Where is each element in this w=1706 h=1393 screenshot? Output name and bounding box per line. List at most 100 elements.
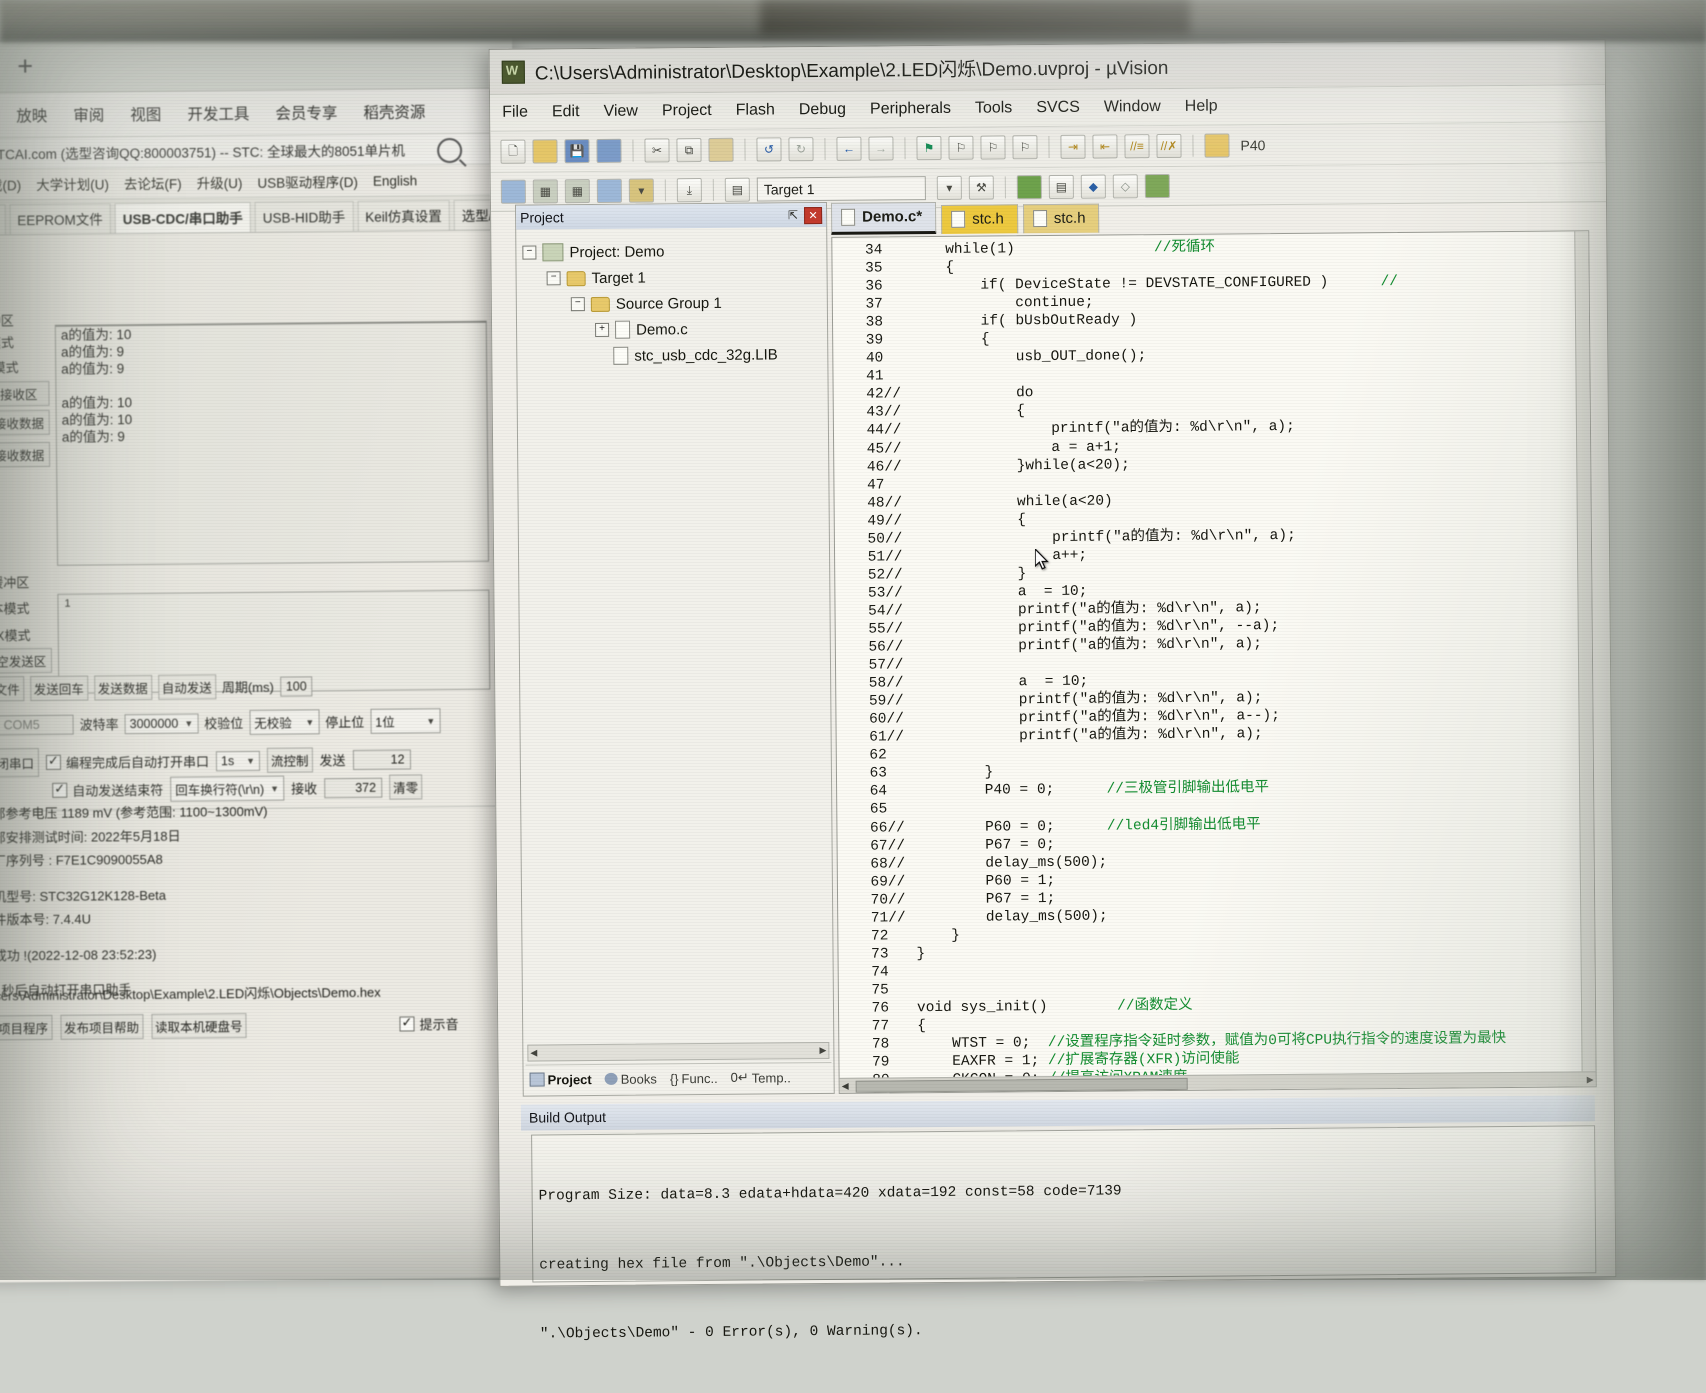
bookmark-prev-icon[interactable]: ⚐ — [948, 136, 973, 160]
search-icon[interactable] — [437, 138, 462, 163]
save-receive-button[interactable]: 存接收数据 — [0, 410, 50, 436]
tree-node-demo-c[interactable]: + Demo.c — [523, 315, 827, 344]
ribbon-item-4[interactable]: 开发工具 — [187, 102, 249, 125]
project-horizontal-scrollbar[interactable]: ◀ ▶ — [527, 1042, 829, 1062]
navigate-back-icon[interactable]: ← — [836, 137, 861, 161]
outdent-icon[interactable]: ⇤ — [1092, 134, 1117, 158]
stc-menu-forum[interactable]: 去论坛(F) — [124, 173, 182, 194]
batch-build-icon[interactable] — [597, 179, 622, 203]
open-file-icon[interactable] — [532, 139, 557, 163]
send-enter-button[interactable]: 发送回车 — [30, 676, 88, 702]
menu-view[interactable]: View — [603, 103, 638, 121]
reset-counters-button[interactable]: 清零 — [389, 774, 422, 799]
books-icon[interactable]: ▤ — [1049, 175, 1074, 199]
send-file-button[interactable]: 送文件 — [0, 676, 24, 701]
menu-tools[interactable]: Tools — [975, 99, 1013, 117]
scroll-left-arrow-icon[interactable]: ◀ — [842, 1080, 849, 1091]
port-value[interactable]: COM5 — [0, 714, 74, 735]
tree-node-source-group[interactable]: − Source Group 1 — [523, 289, 827, 318]
expander-icon[interactable]: − — [522, 245, 536, 259]
ribbon-item-6[interactable]: 稻壳资源 — [363, 100, 425, 123]
project-panel[interactable]: Project ⇱ ✕ − Project: Demo − Target 1 −… — [515, 202, 835, 1097]
close-port-button[interactable]: 关闭串口 — [0, 748, 39, 778]
project-panel-tabs[interactable]: Project Books {} Func.. 0↵ Temp.. — [525, 1062, 831, 1094]
send-data-button[interactable]: 发送数据 — [94, 675, 152, 701]
menu-project[interactable]: Project — [662, 102, 712, 120]
tone-checkbox[interactable]: 提示音 — [399, 1014, 458, 1034]
flow-control-button[interactable]: 流控制 — [267, 747, 313, 772]
expander-icon[interactable]: − — [547, 271, 561, 285]
editor-tab-strip[interactable]: Demo.c* stc.h stc.h — [831, 192, 1587, 235]
auto-end-char-checkbox[interactable]: 自动发送结束符 — [52, 780, 163, 800]
menu-flash[interactable]: Flash — [736, 101, 775, 119]
receive-buffer-textarea[interactable]: a的值为: 10 a的值为: 9 a的值为: 9 a的值为: 10 a的值为: … — [55, 321, 489, 566]
stc-menu-english[interactable]: English — [373, 173, 417, 188]
redo-icon[interactable]: ↻ — [788, 137, 813, 161]
scroll-left-arrow-icon[interactable]: ◀ — [530, 1048, 537, 1059]
receive-text-mode-radio[interactable]: 本模式 — [0, 332, 49, 352]
expander-icon[interactable]: + — [595, 323, 609, 337]
indent-icon[interactable]: ⇥ — [1060, 135, 1085, 159]
baud-select[interactable]: 3000000 ▼ — [125, 713, 199, 734]
target-options-icon[interactable]: ▤ — [725, 178, 750, 202]
stop-build-icon[interactable]: ▾ — [629, 178, 654, 202]
download-icon[interactable]: ⤓ — [677, 178, 702, 202]
auto-open-port-checkbox[interactable]: 编程完成后自动打开串口 — [46, 751, 209, 772]
stc-tab-usb-cdc[interactable]: USB-CDC/串口助手 — [115, 202, 251, 233]
send-text-mode-radio[interactable]: 文本模式 — [0, 598, 52, 618]
rebuild-icon[interactable]: ▦ — [565, 179, 590, 203]
stc-menu-download[interactable]: 下载(D) — [0, 174, 21, 194]
save-icon[interactable]: 💾 — [564, 139, 589, 163]
templates-icon[interactable]: ◇ — [1113, 174, 1138, 198]
manage-runtime-icon[interactable] — [1017, 175, 1042, 199]
project-tree[interactable]: − Project: Demo − Target 1 − Source Grou… — [516, 227, 827, 370]
auto-send-button[interactable]: 自动发送 — [158, 674, 216, 700]
navigate-forward-icon[interactable]: → — [868, 136, 893, 160]
menu-debug[interactable]: Debug — [799, 101, 846, 119]
panel-tab-books[interactable]: Books — [601, 1069, 661, 1089]
panel-tab-templates[interactable]: 0↵ Temp.. — [727, 1067, 795, 1088]
tree-node-project[interactable]: − Project: Demo — [522, 237, 826, 266]
panel-tab-functions[interactable]: {} Func.. — [666, 1068, 722, 1087]
target-dropdown-icon[interactable]: ▾ — [937, 176, 962, 200]
close-icon[interactable]: ✕ — [804, 206, 822, 223]
editor-tab-stc-h-2[interactable]: stc.h — [1023, 204, 1100, 234]
stc-tab-keil-sim[interactable]: Keil仿真设置 — [357, 200, 450, 231]
stc-tab-eeprom[interactable]: EEPROM文件 — [9, 203, 111, 234]
office-ribbon[interactable]: 画 放映 审阅 视图 开发工具 会员专享 稻壳资源 — [0, 88, 513, 138]
send-hex-mode-radio[interactable]: HEX模式 — [0, 625, 52, 645]
manage-project-items-icon[interactable]: ⚒ — [969, 175, 994, 199]
clear-send-button[interactable]: 清空发送区 — [0, 648, 52, 674]
stc-menu-usbdriver[interactable]: USB驱动程序(D) — [257, 171, 358, 192]
tree-node-lib[interactable]: stc_usb_cdc_32g.LIB — [523, 341, 827, 370]
period-input[interactable]: 100 — [280, 676, 313, 696]
open-project-icon[interactable] — [1204, 133, 1229, 157]
configuration-wizard-icon[interactable] — [1145, 174, 1170, 198]
publish-project-button[interactable]: 布项目程序 — [0, 1015, 52, 1041]
menu-peripherals[interactable]: Peripherals — [870, 100, 951, 119]
uncomment-lines-icon[interactable]: //✗ — [1156, 134, 1181, 158]
ribbon-item-5[interactable]: 会员专享 — [275, 101, 337, 124]
scroll-right-arrow-icon[interactable]: ▶ — [819, 1045, 826, 1056]
editor-tab-demo-c[interactable]: Demo.c* — [831, 202, 936, 235]
panel-tab-project[interactable]: Project — [526, 1070, 596, 1090]
code-area[interactable]: 34 while(1) //死循环35 {36 if( DeviceState … — [840, 235, 1595, 1092]
undo-icon[interactable]: ↺ — [756, 137, 781, 161]
ribbon-item-3[interactable]: 视图 — [130, 103, 161, 125]
expander-icon[interactable]: − — [571, 297, 585, 311]
serial-config-row[interactable]: 口 COM5 波特率 3000000 ▼ 校验位 无校验 ▼ 停止位 1位 ▼ — [0, 708, 440, 737]
menu-window[interactable]: Window — [1104, 98, 1161, 116]
parity-select[interactable]: 无校验 ▼ — [249, 709, 319, 735]
new-file-icon[interactable]: 🗋 — [500, 140, 525, 164]
bookmark-next-icon[interactable]: ⚐ — [980, 135, 1005, 159]
pin-icon[interactable]: ⇱ — [788, 208, 798, 222]
browser-tab-bar[interactable]: ✕ + — [0, 37, 513, 93]
menu-file[interactable]: File — [502, 104, 528, 122]
send-button-row[interactable]: 送文件 发送回车 发送数据 自动发送 周期(ms) 100 — [0, 673, 313, 701]
stc-menu-upgrade[interactable]: 升级(U) — [197, 172, 243, 192]
end-char-select[interactable]: 回车换行符(\r\n) ▼ — [170, 776, 284, 802]
stc-isp-window[interactable]: ✕ + 画 放映 审阅 视图 开发工具 会员专享 稻壳资源 w.STCAI.co… — [0, 37, 524, 1282]
stc-tab-0[interactable]: 件 — [0, 204, 5, 234]
clear-receive-button[interactable]: 空接收区 — [0, 381, 50, 407]
paste-icon[interactable] — [708, 138, 733, 162]
